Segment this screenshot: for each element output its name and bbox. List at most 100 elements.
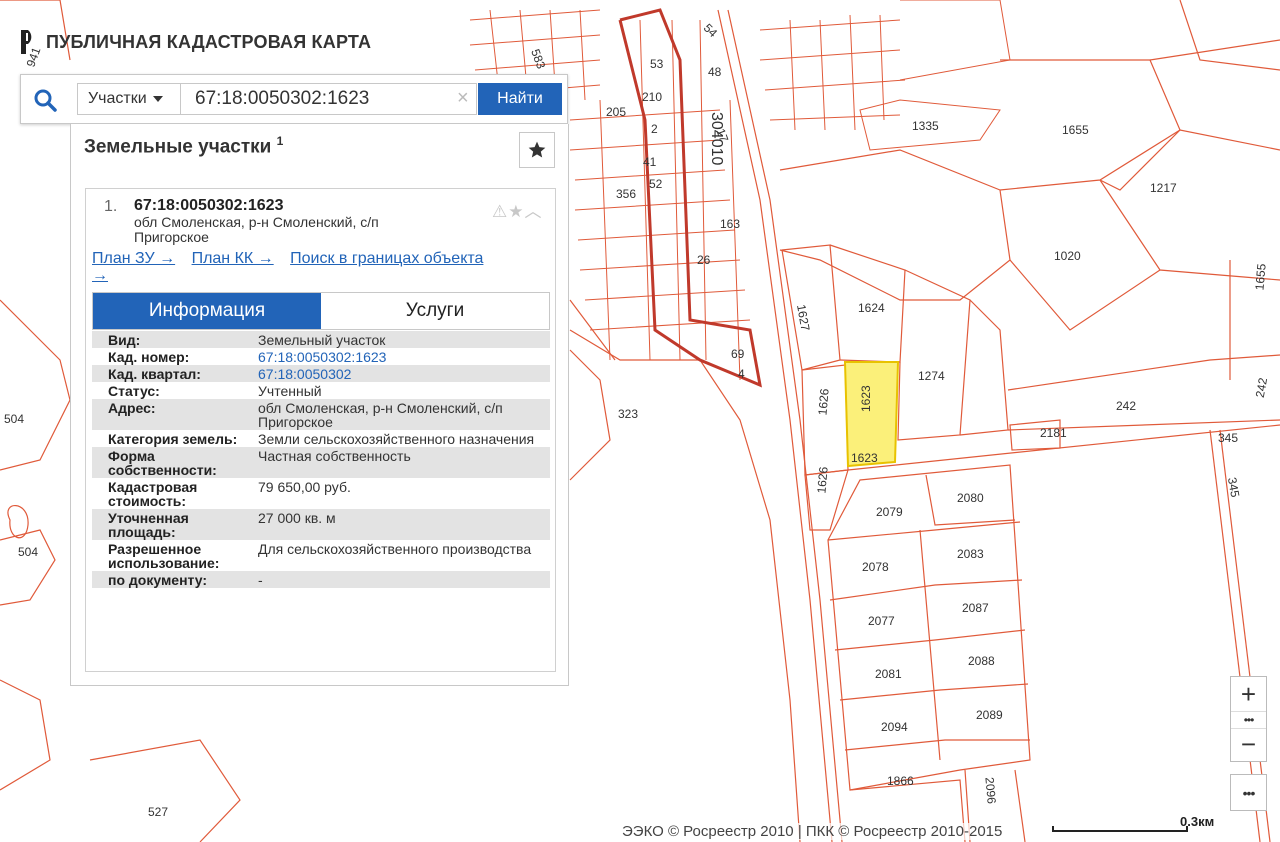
row-key: Кад. номер: bbox=[108, 349, 190, 365]
result-count: 1 bbox=[276, 134, 284, 148]
parcel-label: 48 bbox=[708, 65, 722, 79]
parcel-label: 1274 bbox=[918, 369, 945, 383]
parcel-label: 26 bbox=[697, 253, 711, 267]
parcel-label: 2089 bbox=[976, 708, 1003, 722]
parcel-label: 1624 bbox=[858, 301, 885, 315]
chevron-up-icon[interactable]: ︿ bbox=[525, 202, 543, 221]
parcel-label: 1655 bbox=[1062, 123, 1089, 137]
parcel-label: 2181 bbox=[1040, 426, 1067, 440]
parcel-label: 2087 bbox=[962, 601, 989, 615]
chevron-down-icon bbox=[152, 96, 163, 102]
tab-information[interactable]: Информация bbox=[93, 293, 321, 329]
parcel-label: 54 bbox=[701, 21, 721, 41]
table-row: Адрес: обл Смоленская, р-н Смоленский, с… bbox=[92, 399, 550, 430]
parcel-label: 1335 bbox=[912, 119, 939, 133]
search-icon[interactable] bbox=[33, 88, 57, 112]
row-key: Кад. квартал: bbox=[92, 365, 258, 382]
parcel-label: 356 bbox=[616, 187, 636, 201]
parcel-label: 205 bbox=[606, 105, 626, 119]
row-key: Адрес: bbox=[92, 399, 258, 430]
parcel-label: 2096 bbox=[982, 777, 998, 805]
logo-text: ПУБЛИЧНАЯ КАДАСТРОВАЯ КАРТА bbox=[46, 31, 372, 52]
row-value-link[interactable]: 67:18:0050302:1623 bbox=[258, 348, 550, 365]
parcel-label: 52 bbox=[649, 177, 663, 191]
card-links: План ЗУ → План КК → Поиск в границах объ… bbox=[92, 250, 502, 284]
parcel-label: 345 bbox=[1218, 431, 1238, 445]
rosreestr-logo-icon bbox=[21, 30, 32, 54]
search-type-select[interactable]: Участки bbox=[77, 83, 181, 115]
table-row: Категория земель: Земли сельскохозяйстве… bbox=[92, 430, 550, 447]
table-row: Кад. квартал: 67:18:0050302 bbox=[92, 365, 550, 382]
parcel-label: 1627 bbox=[794, 303, 812, 332]
parcel-label: 1626 bbox=[815, 388, 831, 416]
row-value: обл Смоленская, р-н Смоленский, с/п Приг… bbox=[258, 399, 550, 430]
parcel-label: 1020 bbox=[1054, 249, 1081, 263]
row-key: Вид: bbox=[92, 331, 258, 348]
row-key: Категория земель: bbox=[108, 431, 238, 447]
map-attribution: ЭЭКО © Росреестр 2010 | ПКК © Росреестр … bbox=[620, 823, 1005, 840]
card-address: обл Смоленская, р-н Смоленский, с/п Приг… bbox=[134, 214, 379, 245]
star-icon bbox=[528, 141, 546, 158]
row-value: 79 650,00 руб. bbox=[258, 479, 351, 495]
row-value: 27 000 кв. м bbox=[258, 509, 550, 540]
row-value-link[interactable]: 67:18:0050302 bbox=[258, 365, 550, 382]
clear-icon[interactable]: × bbox=[457, 86, 469, 110]
zoom-in-button[interactable]: + bbox=[1231, 677, 1266, 711]
search-input[interactable] bbox=[181, 83, 477, 115]
table-row: Разрешенное использование: Для сельскохо… bbox=[92, 540, 550, 571]
panel-title: Земельные участки 1 bbox=[84, 134, 283, 158]
find-button[interactable]: Найти bbox=[478, 83, 562, 115]
table-row: Форма собственности: Частная собственнос… bbox=[92, 447, 550, 478]
more-options-button[interactable]: ••• bbox=[1230, 774, 1267, 811]
table-row: Кадастровая стоимость: 79 650,00 руб. bbox=[92, 478, 550, 509]
parcel-label: 504 bbox=[18, 545, 38, 559]
star-icon[interactable]: ★ bbox=[508, 202, 524, 221]
parcel-label: 2081 bbox=[875, 667, 902, 681]
favorites-button[interactable] bbox=[519, 132, 555, 168]
row-key: Форма собственности: bbox=[92, 447, 258, 478]
parcel-label: 1866 bbox=[887, 774, 914, 788]
parcel-card: 1. 67:18:0050302:1623 обл Смоленская, р-… bbox=[85, 188, 556, 672]
card-cad-number[interactable]: 67:18:0050302:1623 bbox=[134, 197, 283, 215]
row-key: по документу: bbox=[92, 571, 258, 588]
parcel-label: 2088 bbox=[968, 654, 995, 668]
plan-zu-link[interactable]: План ЗУ → bbox=[92, 250, 175, 267]
parcel-label: 1623 bbox=[859, 385, 873, 412]
parcel-label: 163 bbox=[720, 217, 740, 231]
parcel-label: 304010 bbox=[708, 112, 725, 165]
search-type-label: Участки bbox=[88, 90, 147, 107]
parcel-label: 1626 bbox=[814, 466, 830, 494]
parcel-label: 69 bbox=[731, 347, 745, 361]
results-panel: Земельные участки 1 1. 67:18:0050302:162… bbox=[70, 124, 569, 686]
parcel-label: 1217 bbox=[1150, 181, 1177, 195]
plan-kk-link[interactable]: План КК → bbox=[192, 250, 274, 267]
row-value: - bbox=[258, 571, 550, 588]
site-logo[interactable]: ПУБЛИЧНАЯ КАДАСТРОВАЯ КАРТА bbox=[18, 30, 371, 54]
zoom-out-button[interactable]: − bbox=[1231, 727, 1266, 761]
row-value: Земельный участок bbox=[258, 331, 550, 348]
parcel-label: 1623 bbox=[851, 451, 878, 465]
parcel-label: 1655 bbox=[1252, 263, 1268, 291]
parcel-label: 4 bbox=[738, 367, 745, 381]
parcel-label: 242 bbox=[1116, 399, 1136, 413]
tab-services[interactable]: Услуги bbox=[321, 293, 549, 329]
search-bar: Участки × Найти bbox=[20, 74, 568, 124]
parcel-label: 210 bbox=[642, 90, 662, 104]
row-value: Учтенный bbox=[258, 383, 322, 399]
card-actions: ⚠★︿ bbox=[492, 197, 543, 222]
warning-icon[interactable]: ⚠ bbox=[492, 202, 508, 221]
parcel-label: 527 bbox=[148, 805, 168, 819]
card-index: 1. bbox=[104, 198, 118, 215]
parcel-label: 242 bbox=[1253, 376, 1270, 398]
scale-label: 0.3км bbox=[1180, 814, 1215, 829]
parcel-label: 2094 bbox=[881, 720, 908, 734]
table-row: Статус: Учтенный bbox=[92, 382, 550, 399]
row-value: Земли сельскохозяйственного назначения bbox=[258, 431, 535, 447]
row-key: Кадастровая стоимость: bbox=[108, 479, 198, 509]
parcel-label: 53 bbox=[650, 57, 664, 71]
parcel-label: 323 bbox=[618, 407, 638, 421]
parcel-label: 2077 bbox=[868, 614, 895, 628]
table-row: Уточненная площадь: 27 000 кв. м bbox=[92, 509, 550, 540]
card-tabs: Информация Услуги bbox=[92, 292, 550, 330]
row-key: Уточненная площадь: bbox=[92, 509, 258, 540]
